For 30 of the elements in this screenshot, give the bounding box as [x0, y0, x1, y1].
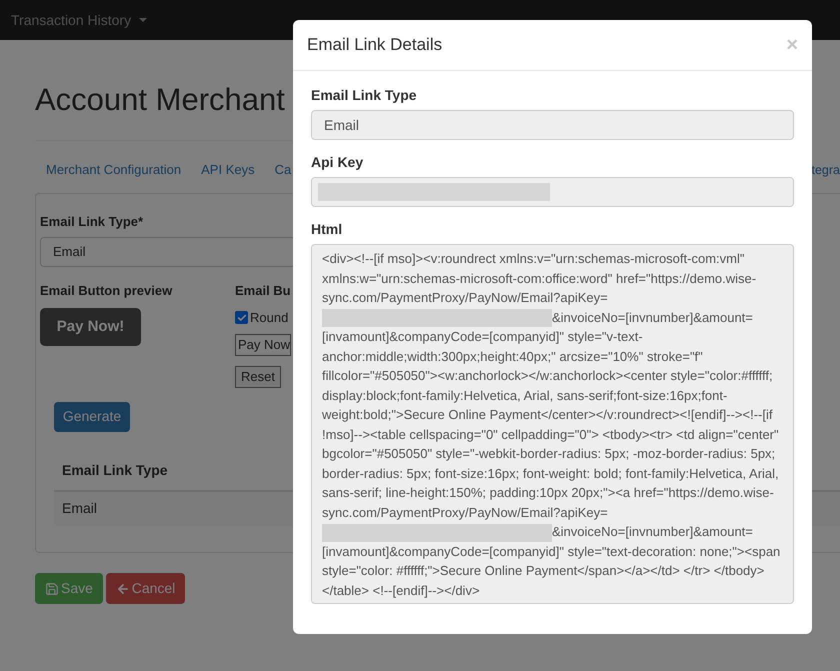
page-title: Account Merchant	[35, 81, 286, 119]
checkbox-label: Round	[250, 309, 288, 327]
field-label: Email Link Type	[311, 86, 418, 104]
save-button[interactable]: Save	[35, 573, 103, 604]
field-label: Email Bu	[235, 282, 292, 300]
tab-link[interactable]: API Keys	[201, 160, 255, 180]
field-label: Api Key	[311, 153, 364, 171]
html-textarea[interactable]: <div><!--[if mso]><v:roundrect xmlns:v="urn:schemas-microsoft-com:vml" xmlns:w="urn:schemas-microsoft-com:office:word" href="https://demo.wise-sync.com/PaymentProxy/PayNow/Email?apiKey= &invoiceNo=[invnumber]&amount=[invamount]&companyCode=[companyid]" style="v-text-anchor:middle;width:300px;height:40px;" arcsize="10%" stroke="f" fillcolor="#505050"><w:anchorlock></w:anchorlock><center style="color:#ffffff; display:block;font-family:Helvetica, Arial, sans-serif;font-size:16px;font-weight:bold;">Secure Online Payment</center></v:roundrect><![endif]--><!--[if !mso]--><table cellspacing="0" cellpadding="0"> <tbody><tr> <td align="center" bgcolor="#505050" style="-webkit-border-radius: 5px; -moz-border-radius: 5px; border-radius: 5px; font-size:16px; font-weight: bold; font-family:Helvetica, Arial, sans-serif; line-height:150%; padding:10px 20px;"><a href="https://demo.wise-sync.com/PaymentProxy/PayNow/Email?apiKey= &invoiceNo=[invnumber]&amount=[invamount]&companyCode=[companyid]" style="text-decoration: none;"><span style="color: #ffffff;">Secure Online Payment</span></a></td> </tr> </tbody></table> <!--[endif]--></div>	[311, 244, 794, 604]
close-button[interactable]: ×	[786, 35, 798, 55]
generate-button[interactable]: Generate	[54, 402, 130, 432]
pay-now-button[interactable]: Pay Now!	[40, 308, 141, 346]
tab-link[interactable]: Ca	[274, 160, 292, 180]
field-label: Email Link Type*	[40, 213, 144, 231]
field-label: Email Button preview	[40, 282, 174, 300]
text-field[interactable]: Pay Now	[235, 334, 291, 356]
cancel-button[interactable]: Cancel	[106, 573, 185, 604]
tab-link[interactable]: tegra	[812, 160, 840, 180]
reset-button[interactable]: Reset	[235, 366, 281, 388]
checkbox[interactable]	[235, 311, 248, 324]
caret-icon	[139, 18, 148, 22]
table-header: Email Link Type	[62, 461, 168, 480]
nav-menu[interactable]: Transaction History	[11, 10, 148, 30]
api-key-field[interactable]	[311, 177, 794, 207]
modal-title: Email Link Details	[307, 34, 442, 56]
field-label: Html	[311, 220, 344, 238]
table-cell-text: Email	[62, 499, 98, 518]
select-field[interactable]: Email	[40, 236, 293, 266]
tab-link[interactable]: Merchant Configuration	[46, 160, 182, 180]
email-link-type-field[interactable]: Email	[311, 110, 794, 140]
save-icon	[45, 582, 60, 596]
